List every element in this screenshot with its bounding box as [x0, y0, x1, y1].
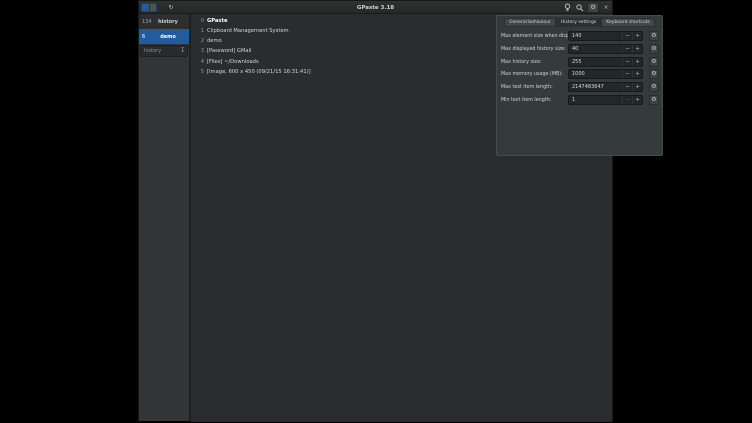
- plus-icon[interactable]: +: [632, 70, 642, 78]
- item-text: Clipboard Management System: [207, 28, 289, 34]
- item-index: 1: [198, 28, 204, 34]
- spin-value: 1000: [569, 71, 622, 77]
- minus-icon[interactable]: −: [622, 45, 632, 53]
- desktop-background: ↻ GPaste 3.18 ⚙ ×: [0, 0, 752, 423]
- item-index: 2: [198, 38, 204, 44]
- window-title: GPaste 3.18: [139, 1, 612, 14]
- close-icon: ×: [603, 5, 608, 11]
- setting-label: Max text item length:: [501, 85, 553, 90]
- minus-icon[interactable]: −: [622, 96, 632, 104]
- history-name: history: [153, 19, 189, 25]
- header-bar: ↻ GPaste 3.18 ⚙ ×: [139, 1, 612, 14]
- reset-gear-icon: ⚙: [651, 46, 656, 52]
- enter-arrow-icon: ↧: [178, 48, 187, 54]
- setting-label: Max memory usage (MB):: [501, 72, 563, 77]
- item-index: 0: [198, 18, 204, 24]
- spin-value: 255: [569, 59, 622, 65]
- bulb-about-icon: [564, 3, 571, 12]
- item-index: 4: [198, 59, 204, 65]
- reset-button[interactable]: ⚙: [649, 31, 659, 41]
- reset-gear-icon: ⚙: [651, 59, 656, 65]
- gear-settings-icon: ⚙: [590, 4, 596, 11]
- item-text: [Files] ~/Downloads: [207, 59, 259, 65]
- reset-button[interactable]: ⚙: [649, 69, 659, 79]
- sidebar-item-history[interactable]: 134 history: [139, 14, 189, 29]
- clipboard-item-list: 0 GPaste 1 Clipboard Management System 2…: [191, 14, 612, 422]
- histories-sidebar: 134 history 6 demo history ↧: [139, 14, 189, 421]
- settings-panel: General behaviour History settings Keybo…: [496, 15, 663, 156]
- history-count: 134: [139, 19, 153, 25]
- spinbutton[interactable]: 1 − +: [568, 95, 643, 105]
- about-button[interactable]: [561, 2, 573, 13]
- spin-value: 2147483647: [569, 84, 622, 90]
- minus-icon[interactable]: −: [622, 58, 632, 66]
- setting-row-max-element-size: Max element size when displaying: 140 − …: [497, 31, 662, 42]
- reset-gear-icon: ⚙: [651, 97, 656, 103]
- history-name: demo: [153, 34, 189, 40]
- spinbutton[interactable]: 140 − +: [568, 31, 643, 41]
- reset-gear-icon: ⚙: [651, 84, 656, 90]
- search-icon: [576, 4, 584, 12]
- setting-label: Min text item length:: [501, 98, 551, 103]
- item-text: GPaste: [207, 18, 228, 24]
- spinbutton[interactable]: 1000 − +: [568, 69, 643, 79]
- item-text: demo: [207, 38, 222, 44]
- minus-icon[interactable]: −: [622, 32, 632, 40]
- spinbutton[interactable]: 255 − +: [568, 57, 643, 67]
- spin-value: 140: [569, 33, 622, 39]
- plus-icon[interactable]: +: [632, 58, 642, 66]
- minus-icon[interactable]: −: [622, 83, 632, 91]
- setting-row-max-text-length: Max text item length: 2147483647 − + ⚙: [497, 82, 662, 93]
- tab-history-settings[interactable]: History settings: [556, 18, 601, 27]
- settings-tabs: General behaviour History settings Keybo…: [497, 18, 662, 28]
- plus-icon[interactable]: +: [632, 83, 642, 91]
- setting-label: Max displayed history size:: [501, 47, 566, 52]
- minus-icon[interactable]: −: [622, 70, 632, 78]
- setting-row-max-displayed-history: Max displayed history size: 40 − + ⚙: [497, 44, 662, 55]
- reset-gear-icon: ⚙: [651, 33, 656, 39]
- reset-gear-icon: ⚙: [651, 71, 656, 77]
- plus-icon[interactable]: +: [632, 32, 642, 40]
- new-history-entry[interactable]: history ↧: [140, 45, 188, 57]
- sidebar-item-demo[interactable]: 6 demo: [139, 29, 189, 44]
- search-button[interactable]: [574, 2, 586, 13]
- item-index: 5: [198, 69, 204, 75]
- settings-button[interactable]: ⚙: [587, 2, 599, 13]
- plus-icon[interactable]: +: [632, 45, 642, 53]
- item-text: [Image, 600 x 450 (09/21/15 16:31:41)]: [207, 69, 311, 75]
- setting-row-max-memory-usage: Max memory usage (MB): 1000 − + ⚙: [497, 69, 662, 80]
- gpaste-window: ↻ GPaste 3.18 ⚙ ×: [138, 0, 613, 421]
- new-history-value: history: [141, 48, 178, 54]
- plus-icon[interactable]: +: [632, 96, 642, 104]
- close-button[interactable]: ×: [601, 2, 611, 13]
- setting-row-min-text-length: Min text item length: 1 − + ⚙: [497, 95, 662, 106]
- reset-button[interactable]: ⚙: [649, 57, 659, 67]
- setting-row-max-history-size: Max history size: 255 − + ⚙: [497, 57, 662, 68]
- spin-value: 40: [569, 46, 622, 52]
- tab-keyboard-shortcuts[interactable]: Keyboard shortcuts: [601, 18, 655, 27]
- item-index: 3: [198, 48, 204, 54]
- setting-label: Max history size:: [501, 60, 541, 65]
- item-text: [Password] GMail: [207, 48, 251, 54]
- history-count: 6: [139, 34, 153, 40]
- spinbutton[interactable]: 2147483647 − +: [568, 82, 643, 92]
- spinbutton[interactable]: 40 − +: [568, 44, 643, 54]
- reset-button[interactable]: ⚙: [649, 82, 659, 92]
- tab-general-behaviour[interactable]: General behaviour: [504, 18, 556, 27]
- reset-button[interactable]: ⚙: [649, 44, 659, 54]
- spin-value: 1: [569, 97, 622, 103]
- reset-button[interactable]: ⚙: [649, 95, 659, 105]
